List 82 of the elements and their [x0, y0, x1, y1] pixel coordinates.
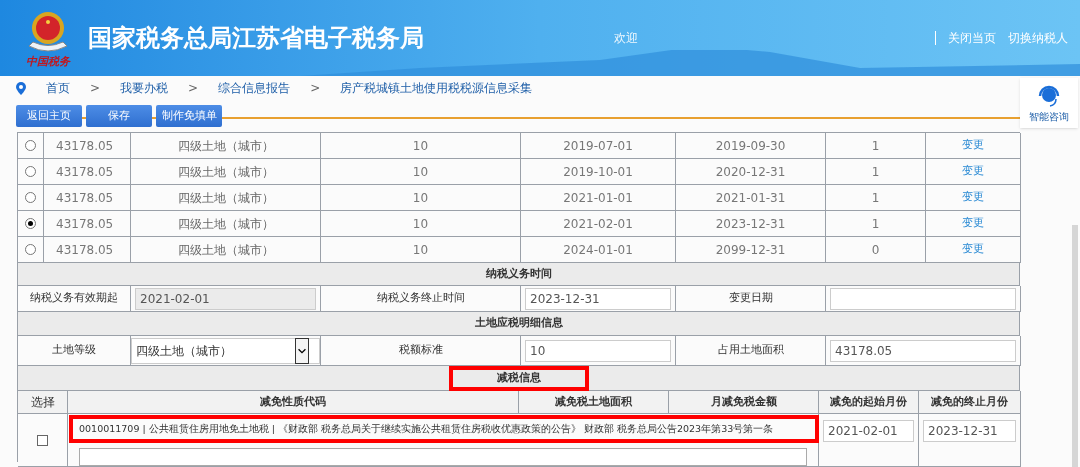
field-label: 税额标准	[398, 342, 443, 359]
location-pin-icon	[16, 81, 26, 95]
welcome-text: 欢迎	[614, 30, 638, 47]
column-header: 选择	[30, 394, 55, 411]
table-cell-text: 43178.05	[56, 241, 114, 259]
section-heading: 减税信息	[496, 369, 541, 386]
field-label: 变更日期	[728, 290, 773, 307]
table-cell-text: 2019-09-30	[715, 137, 786, 155]
column-header: 减免的终止月份	[931, 393, 1008, 410]
table-cell-text: 2019-07-01	[563, 137, 633, 155]
breadcrumb-separator: >	[90, 80, 101, 97]
site-title: 国家税务总局江苏省电子税务局	[88, 23, 424, 54]
table-cell-text: 四级土地（城市）	[177, 241, 274, 259]
section-heading: 土地应税明细信息	[474, 315, 563, 332]
table-cell-text: 2019-10-01	[563, 163, 633, 181]
field-label: 纳税义务终止时间	[376, 290, 465, 307]
table-cell-text: 10	[412, 163, 429, 181]
input-field[interactable]	[79, 448, 807, 466]
table-cell-text: 1	[871, 189, 880, 207]
column-header: 减免税土地面积	[555, 393, 632, 410]
table-cell-text: 2099-12-31	[715, 241, 786, 259]
table-cell-text: 四级土地（城市）	[177, 189, 274, 207]
table-cell-text: 2023-12-31	[715, 215, 786, 233]
table-cell-text: 43178.05	[56, 163, 114, 181]
table-cell-text: 2024-01-01	[563, 241, 633, 259]
table-cell-text: 四级土地（城市）	[177, 137, 274, 155]
table-cell-text: 1	[871, 215, 880, 233]
chevron-down-icon	[295, 337, 309, 364]
table-cell-text: 10	[412, 137, 429, 155]
table-cell-text: 1	[871, 137, 880, 155]
field-label: 纳税义务有效期起	[30, 290, 118, 307]
breadcrumb-link[interactable]: 首页	[46, 79, 70, 97]
field-label: 占用土地面积	[717, 342, 784, 359]
table-cell-text: 10	[412, 189, 429, 207]
table-cell-text: 43178.05	[56, 215, 114, 233]
table-cell-text: 10	[412, 241, 429, 259]
radio-button[interactable]	[25, 140, 36, 151]
radio-button[interactable]	[25, 218, 36, 229]
breadcrumb-separator: >	[188, 80, 199, 97]
column-header: 月减免税金额	[710, 393, 777, 410]
table-cell-text: 10	[412, 215, 429, 233]
radio-button[interactable]	[25, 166, 36, 177]
section-heading: 纳税义务时间	[485, 265, 552, 282]
table-cell-text: 四级土地（城市）	[177, 163, 274, 181]
table-cell-text: 1	[871, 163, 880, 181]
relief-code-text: 0010011709 | 公共租赁住房用地免土地税 | 《财政部 税务总局关于继续实施公共租赁住房税收优惠政策的公告》 财政部 税务总局公告2023年第33号第一条	[79, 422, 774, 436]
change-link[interactable]: 变更	[962, 137, 984, 154]
breadcrumb-link[interactable]: 我要办税	[120, 79, 169, 97]
breadcrumb-separator: >	[310, 80, 321, 97]
table-cell-text: 2021-01-31	[715, 189, 786, 207]
column-header: 减免性质代码	[260, 393, 326, 410]
table-cell-text: 2020-12-31	[715, 163, 786, 181]
checkbox[interactable]	[37, 434, 48, 446]
change-link[interactable]: 变更	[962, 215, 984, 232]
change-link[interactable]: 变更	[962, 241, 984, 258]
field-label: 土地等级	[52, 342, 96, 359]
breadcrumb-link[interactable]: 房产税城镇土地使用税税源信息采集	[340, 79, 533, 97]
text-field[interactable]: 43178.05	[830, 339, 1016, 362]
grade-select[interactable]: 四级土地（城市）	[131, 337, 320, 364]
table-cell-text: 2021-02-01	[563, 215, 633, 233]
date-field[interactable]: 2021-02-01	[823, 420, 914, 442]
table-cell-text: 43178.05	[56, 189, 114, 207]
help-widget[interactable]: 智能咨询	[1020, 78, 1078, 128]
emblem-caption: 中国税务	[26, 56, 70, 68]
table-cell-text: 2021-01-01	[563, 189, 633, 207]
column-header: 减免的起始月份	[830, 393, 907, 410]
change-link[interactable]: 变更	[962, 189, 984, 206]
table-cell-text: 43178.05	[56, 137, 114, 155]
text-field[interactable]: 10	[525, 339, 671, 362]
breadcrumb-link[interactable]: 综合信息报告	[218, 79, 291, 97]
radio-button[interactable]	[25, 244, 36, 255]
change-link[interactable]: 变更	[962, 163, 984, 180]
radio-button[interactable]	[25, 192, 36, 203]
table-cell-text: 四级土地（城市）	[177, 215, 274, 233]
help-label: 智能咨询	[1029, 109, 1069, 124]
date-field[interactable]: 2023-12-31	[923, 420, 1016, 442]
date-field[interactable]: 2023-12-31	[525, 287, 671, 310]
table-cell-text: 0	[871, 241, 880, 259]
toolbar-button[interactable]: 保存	[86, 105, 152, 127]
toolbar-button[interactable]: 返回主页	[16, 105, 82, 127]
toolbar-button[interactable]: 制作免填单	[156, 105, 222, 127]
date-field[interactable]	[830, 287, 1016, 310]
